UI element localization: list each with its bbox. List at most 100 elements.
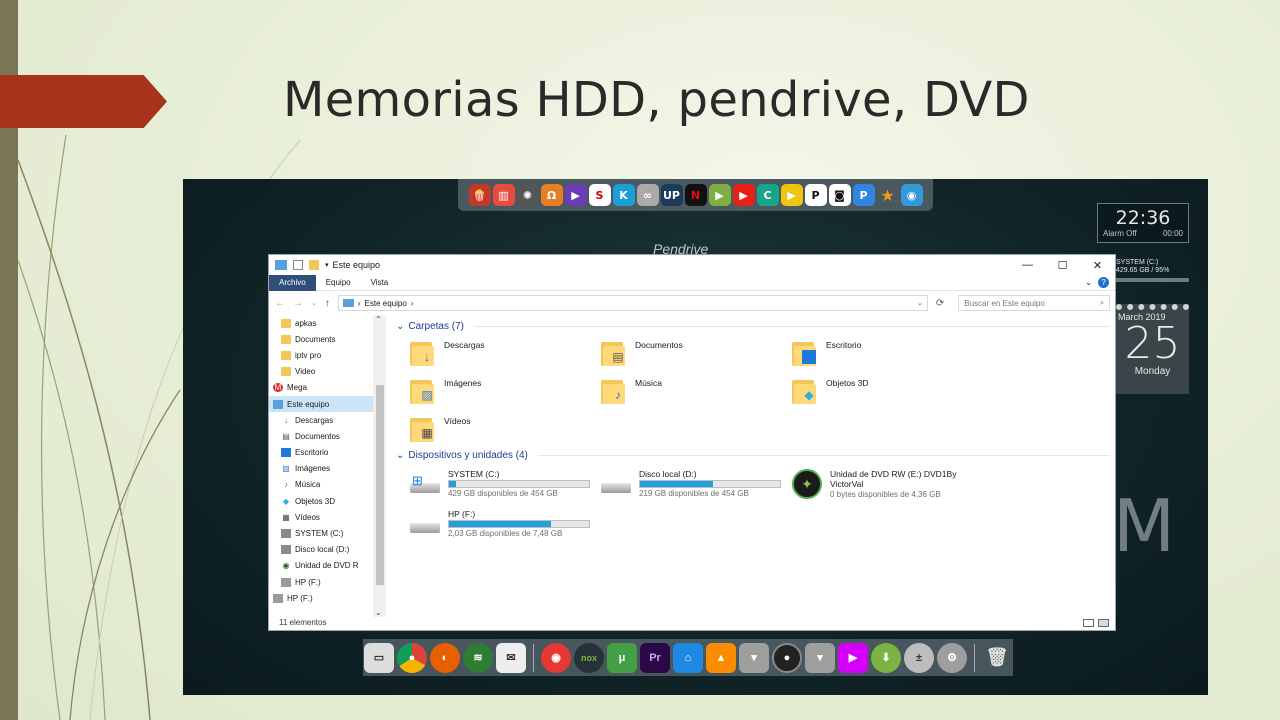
settings-icon[interactable]: ⚙ (937, 642, 967, 673)
folder-item[interactable]: ▦ Vídeos (410, 416, 601, 446)
headphones-icon[interactable]: Ω (540, 184, 563, 206)
nav-item[interactable]: ↓ Descargas (269, 412, 386, 428)
nav-item[interactable]: M Mega (269, 380, 386, 396)
gray2-icon[interactable]: ▾ (805, 642, 835, 673)
movie-camera-icon[interactable]: ◙ (828, 184, 851, 206)
forward-arrow-icon[interactable]: → (293, 298, 303, 309)
premiere-icon[interactable]: Pr (640, 642, 670, 673)
prime-icon[interactable]: ▶ (564, 184, 587, 206)
new-folder-icon[interactable] (309, 260, 319, 270)
media-icon[interactable]: ◉ (900, 184, 923, 206)
download-icon[interactable]: ⬇ (871, 642, 901, 673)
utorrent-icon[interactable]: μ (607, 642, 637, 673)
nav-item[interactable]: ▨ Imágenes (269, 461, 386, 477)
tab-equipo[interactable]: Equipo (316, 275, 361, 291)
controller-icon[interactable]: ⌂ (673, 642, 703, 673)
scroll-down-icon[interactable]: ⌄ (375, 608, 382, 617)
play-circle-icon[interactable]: ▶ (780, 184, 803, 206)
nav-item[interactable]: HP (F:) (269, 590, 386, 606)
firefox-icon[interactable]: ◐ (430, 642, 460, 673)
trash-icon[interactable]: 🗑 (982, 643, 1012, 673)
scroll-up-icon[interactable]: ⌃ (375, 315, 382, 324)
nav-item[interactable]: SYSTEM (C:) (269, 525, 386, 541)
vlc-icon[interactable]: ▲ (706, 642, 736, 673)
breadcrumb-este-equipo[interactable]: Este equipo (365, 299, 407, 308)
popcorn-bucket-icon[interactable]: ▥ (492, 184, 515, 206)
devices-section-header[interactable]: ⌄ Dispositivos y unidades (4) (396, 450, 1110, 461)
nav-item[interactable]: ▤ Documentos (269, 428, 386, 444)
folder-item[interactable]: ▨ Imágenes (410, 378, 601, 408)
p-icon[interactable]: P (852, 184, 875, 206)
star-icon[interactable]: ★ (877, 184, 899, 206)
popcorn-icon[interactable]: 🍿 (468, 184, 491, 206)
finder-icon[interactable]: ▭ (364, 642, 394, 673)
drive-item[interactable]: Disco local (D:) 219 GB disponibles de 45… (601, 469, 792, 501)
nav-item[interactable]: Escritorio (269, 445, 386, 461)
calculator-icon[interactable]: ± (904, 642, 934, 673)
rss-icon[interactable]: ◉ (541, 642, 571, 673)
wifi-icon[interactable]: ≋ (463, 642, 493, 673)
recent-dropdown-icon[interactable]: ⌄ (311, 299, 317, 307)
folders-section-header[interactable]: ⌄ Carpetas (7) (396, 321, 1110, 332)
nav-item[interactable]: Video (269, 364, 386, 380)
drive-item[interactable]: ✦ Unidad de DVD RW (E:) DVD1By VictorVal 0… (792, 469, 983, 501)
up-icon[interactable]: UP (660, 184, 683, 206)
plex-icon[interactable]: P (804, 184, 827, 206)
nav-item[interactable]: ▦ Vídeos (269, 509, 386, 525)
folder-item[interactable]: ♪ Música (601, 378, 792, 408)
nav-scrollbar[interactable]: ⌃ ⌄ (373, 315, 386, 617)
collapse-chevron-icon[interactable]: ⌄ (396, 321, 404, 332)
nav-item[interactable]: ◉ Unidad de DVD R (269, 558, 386, 574)
tab-archivo[interactable]: Archivo (269, 274, 316, 291)
film-reel-icon[interactable]: ✺ (516, 184, 539, 206)
nav-item[interactable]: apkas (269, 315, 386, 331)
folder-item[interactable]: ◆ Objetos 3D (792, 378, 983, 408)
refresh-icon[interactable]: ⟳ (936, 298, 944, 309)
tab-vista[interactable]: Vista (361, 275, 399, 291)
app-icon[interactable]: ∞ (636, 184, 659, 206)
gray-icon[interactable]: ▾ (739, 642, 769, 673)
nav-item[interactable]: ♪ Música (269, 477, 386, 493)
c-icon[interactable]: C (756, 184, 779, 206)
search-input[interactable]: Buscar en Este equipo ⌕ (958, 295, 1111, 311)
play-icon[interactable]: ▶ (708, 184, 731, 206)
nav-item[interactable]: Documents (269, 331, 386, 347)
player-icon[interactable]: ▶ (838, 642, 868, 673)
drive-item[interactable]: ⊞ SYSTEM (C:) 429 GB disponibles de 454 GB (410, 469, 601, 501)
youtube-icon[interactable]: ▶ (732, 184, 755, 206)
nav-item[interactable]: Disco local (D:) (269, 542, 386, 558)
netflix-icon[interactable]: N (684, 184, 707, 206)
expand-ribbon-icon[interactable]: ⌄ (1085, 278, 1092, 287)
breadcrumb-chevron-icon[interactable]: › (411, 299, 414, 308)
address-bar[interactable]: › Este equipo › ⌄ (337, 295, 928, 311)
nav-item[interactable]: HP (F:) (269, 574, 386, 590)
sly-icon[interactable]: S (588, 184, 611, 206)
kodi-icon[interactable]: K (612, 184, 635, 206)
scroll-thumb[interactable] (376, 385, 384, 585)
folder-item[interactable]: ↓ Descargas (410, 340, 601, 370)
address-dropdown-icon[interactable]: ⌄ (917, 299, 923, 307)
folder-item[interactable]: ▤ Documentos (601, 340, 792, 370)
drive-free-space: 0 bytes disponibles de 4,36 GB (830, 490, 941, 499)
nox-icon[interactable]: nox (574, 642, 604, 673)
nav-item[interactable]: iptv pro (269, 347, 386, 363)
close-button[interactable]: ✕ (1080, 255, 1115, 275)
up-arrow-icon[interactable]: ↑ (325, 298, 330, 309)
quick-access-dropdown-icon[interactable]: ▾ (325, 261, 329, 269)
large-icons-view-icon[interactable] (1098, 619, 1109, 627)
drive-item[interactable]: HP (F:) 2,03 GB disponibles de 7,48 GB (410, 509, 601, 541)
nav-item[interactable]: ◆ Objetos 3D (269, 493, 386, 509)
nav-item[interactable]: Este equipo (269, 395, 386, 413)
details-view-icon[interactable] (1083, 619, 1094, 627)
record-icon[interactable]: ● (772, 642, 802, 673)
maximize-button[interactable]: ☐ (1045, 255, 1080, 275)
properties-icon[interactable] (293, 260, 303, 270)
back-arrow-icon[interactable]: ← (275, 298, 285, 309)
help-icon[interactable]: ? (1098, 277, 1109, 288)
breadcrumb-chevron-icon[interactable]: › (358, 299, 361, 308)
folder-item[interactable]: Escritorio (792, 340, 983, 370)
chrome-icon[interactable]: ● (397, 642, 427, 673)
stamp-icon[interactable]: ✉ (496, 642, 526, 673)
minimize-button[interactable]: — (1010, 255, 1045, 275)
collapse-chevron-icon[interactable]: ⌄ (396, 450, 404, 461)
